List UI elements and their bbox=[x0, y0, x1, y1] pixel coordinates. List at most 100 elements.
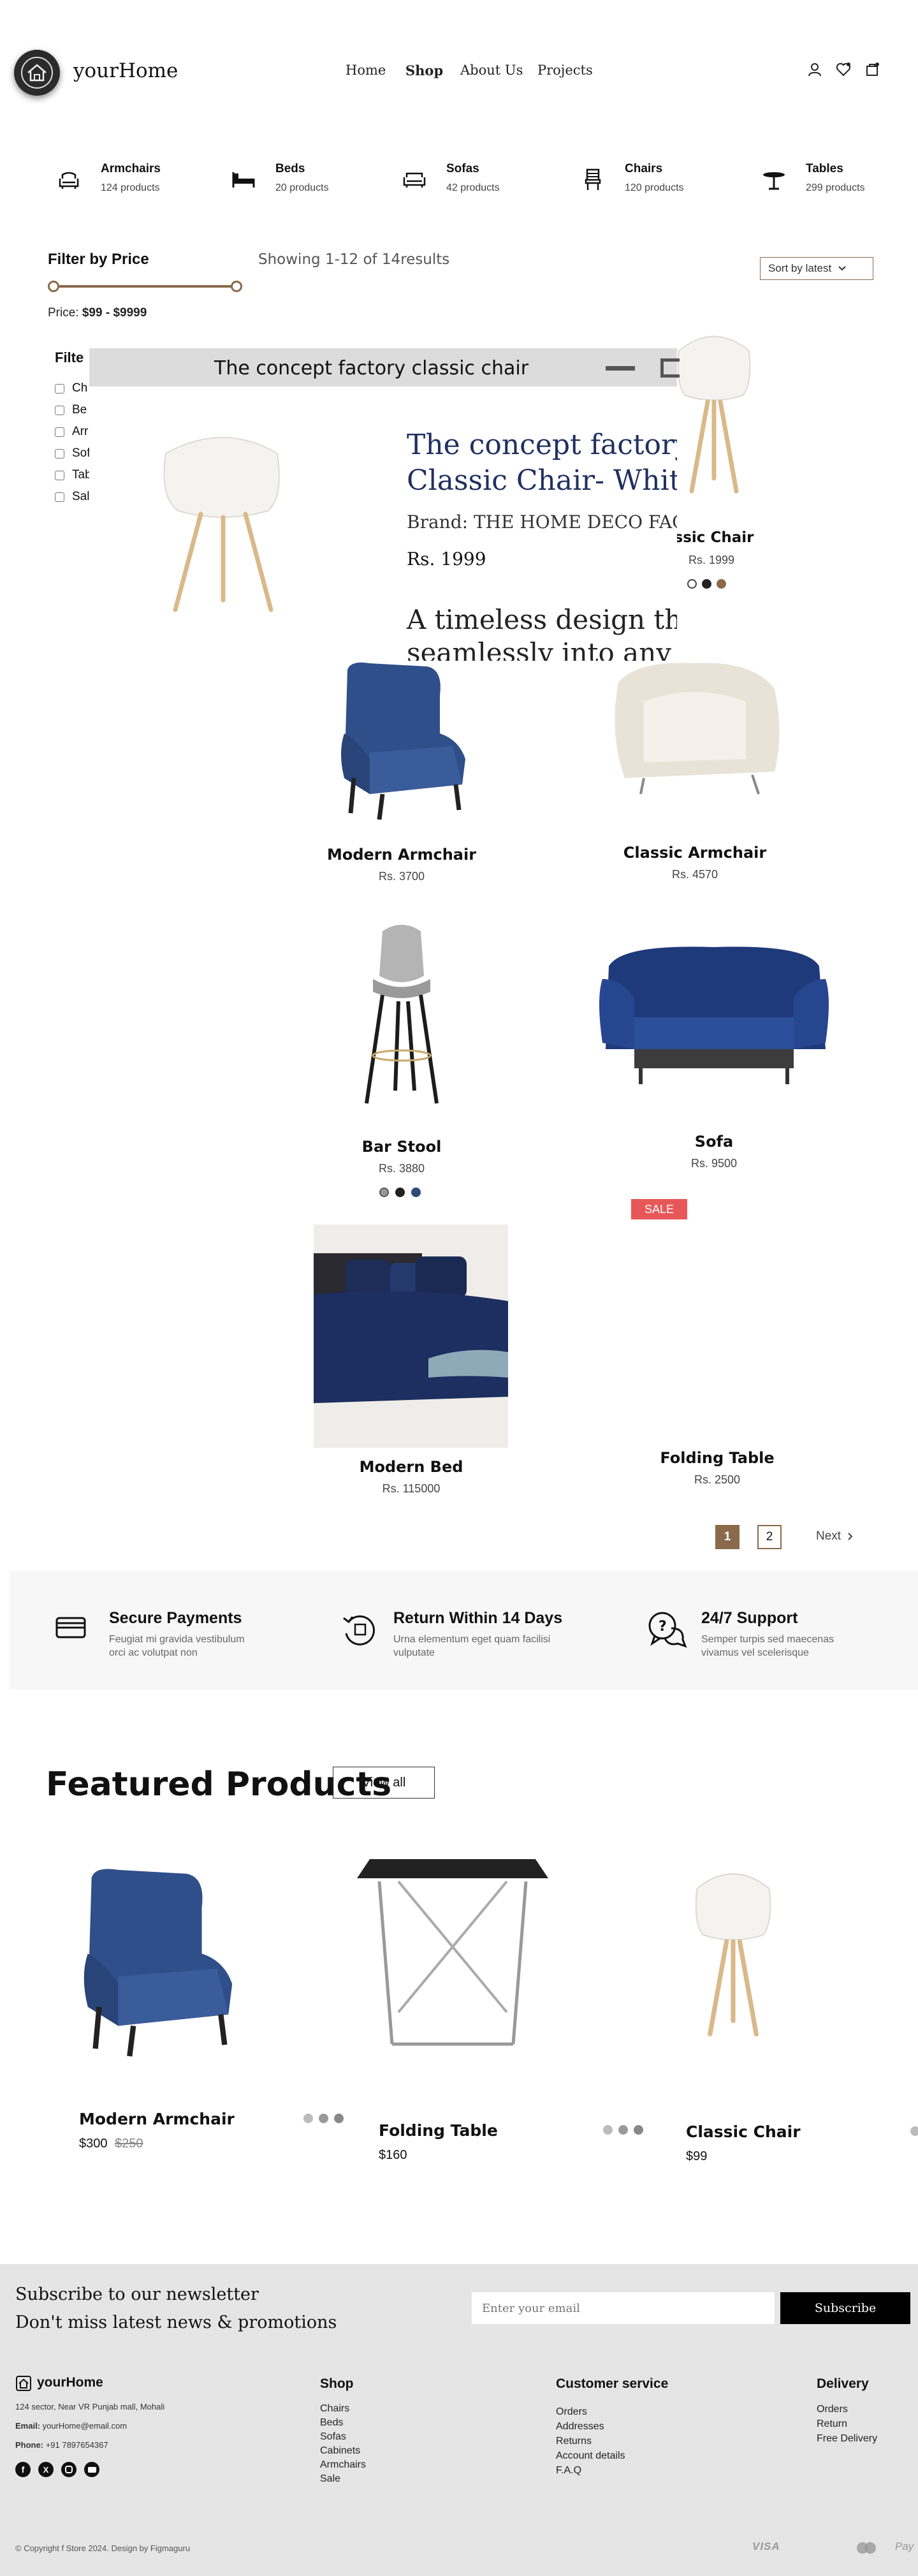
footer-link[interactable]: Chairs bbox=[320, 2402, 366, 2416]
footer-brand[interactable]: yourHome bbox=[37, 2375, 103, 2390]
category-beds[interactable]: Beds 20 products bbox=[229, 159, 344, 204]
feature-text-line: vulputate bbox=[393, 1647, 435, 1658]
color-swatch[interactable] bbox=[395, 1188, 405, 1197]
product-image-sofa[interactable] bbox=[596, 941, 832, 1100]
checkbox[interactable] bbox=[55, 427, 64, 437]
user-icon[interactable] bbox=[806, 61, 823, 78]
filter-checkbox-item[interactable]: Arr bbox=[55, 421, 92, 443]
pagination-page-1[interactable]: 1 bbox=[715, 1525, 740, 1549]
feature-text-line: orci ac volutpat non bbox=[109, 1647, 198, 1658]
featured-image-folding-table[interactable] bbox=[354, 1853, 551, 2054]
pagination-page-2[interactable]: 2 bbox=[757, 1525, 782, 1549]
checkbox[interactable] bbox=[55, 405, 64, 415]
filter-checkbox-item[interactable]: Be bbox=[55, 399, 92, 421]
nav-projects[interactable]: Projects bbox=[537, 63, 593, 78]
cart-icon[interactable] bbox=[864, 61, 880, 78]
pagination-next[interactable]: Next bbox=[816, 1529, 854, 1543]
category-sofas[interactable]: Sofas 42 products bbox=[400, 159, 521, 204]
modal-titlebar: The concept factory classic chair bbox=[89, 348, 680, 386]
product-name[interactable]: Modern Armchair bbox=[325, 846, 478, 864]
chevron-down-icon bbox=[838, 266, 846, 271]
color-swatch[interactable] bbox=[910, 2126, 918, 2136]
color-swatch[interactable] bbox=[687, 579, 697, 589]
filter-checkbox-item[interactable]: Sal bbox=[55, 486, 92, 508]
color-swatch[interactable] bbox=[603, 2125, 613, 2135]
footer-link[interactable]: Orders bbox=[817, 2402, 877, 2417]
maximize-icon[interactable] bbox=[660, 358, 680, 378]
footer-link[interactable]: F.A.Q bbox=[556, 2463, 625, 2478]
product-image-classic-chair[interactable] bbox=[663, 325, 765, 504]
facebook-icon[interactable]: f bbox=[15, 2462, 31, 2477]
product-name[interactable]: Modern Bed bbox=[325, 1458, 497, 1476]
featured-product-name[interactable]: Modern Armchair bbox=[79, 2110, 235, 2128]
footer-link[interactable]: Orders bbox=[556, 2404, 625, 2419]
checkbox[interactable] bbox=[55, 383, 64, 394]
product-image-modern-armchair[interactable] bbox=[332, 657, 472, 823]
featured-image-classic-chair[interactable] bbox=[663, 1862, 803, 2047]
youtube-icon[interactable] bbox=[84, 2462, 99, 2477]
logo[interactable] bbox=[14, 50, 60, 96]
product-name[interactable]: Bar Stool bbox=[325, 1138, 478, 1156]
price-slider-min-handle[interactable] bbox=[48, 281, 59, 292]
x-twitter-icon[interactable]: X bbox=[38, 2462, 54, 2477]
filter-category-title: Filte bbox=[55, 350, 84, 365]
view-all-button[interactable]: View all bbox=[333, 1767, 435, 1799]
color-swatch[interactable] bbox=[702, 579, 711, 589]
nav-home[interactable]: Home bbox=[346, 63, 386, 78]
sale-badge: SALE bbox=[631, 1199, 687, 1219]
footer-link[interactable]: Sofas bbox=[320, 2430, 366, 2444]
filter-checkbox-item[interactable]: Tab bbox=[55, 464, 92, 486]
sort-select[interactable]: Sort by latest bbox=[760, 257, 873, 280]
footer-phone: Phone: +91 7897654367 bbox=[15, 2440, 108, 2450]
footer-email-value[interactable]: yourHome@email.com bbox=[43, 2421, 127, 2431]
wishlist-heart-icon[interactable] bbox=[835, 61, 852, 78]
category-chairs[interactable]: Chairs 120 products bbox=[579, 159, 700, 204]
featured-product-name[interactable]: Classic Chair bbox=[686, 2123, 801, 2141]
featured-product-name[interactable]: Folding Table bbox=[379, 2121, 498, 2140]
footer-link[interactable]: Armchairs bbox=[320, 2458, 366, 2472]
product-price: Rs. 2500 bbox=[694, 1473, 741, 1486]
product-image-bar-stool[interactable] bbox=[344, 918, 459, 1110]
footer-link[interactable]: Sale bbox=[320, 2472, 366, 2486]
footer-link[interactable]: Account details bbox=[556, 2448, 625, 2463]
color-swatch[interactable] bbox=[411, 1188, 421, 1197]
featured-image-modern-armchair[interactable] bbox=[70, 1862, 242, 2060]
nav-shop[interactable]: Shop bbox=[405, 63, 443, 78]
footer-link[interactable]: Beds bbox=[320, 2416, 366, 2430]
checkbox[interactable] bbox=[55, 470, 64, 480]
color-swatch[interactable] bbox=[379, 1188, 389, 1197]
color-swatch[interactable] bbox=[634, 2125, 643, 2135]
product-image-classic-armchair[interactable] bbox=[599, 657, 790, 804]
checkbox[interactable] bbox=[55, 448, 64, 459]
color-swatch[interactable] bbox=[319, 2114, 328, 2123]
nav-about-us[interactable]: About Us bbox=[460, 63, 523, 78]
footer-link[interactable]: Returns bbox=[556, 2434, 625, 2448]
modal-brand: Brand: THE HOME DECO FACT bbox=[407, 512, 677, 533]
footer: Subscribe to our newsletter Don't miss l… bbox=[0, 2264, 918, 2576]
price-slider-max-handle[interactable] bbox=[231, 281, 242, 292]
filter-checkbox-item[interactable]: Ch bbox=[55, 378, 92, 399]
color-swatch[interactable] bbox=[618, 2125, 628, 2135]
product-name[interactable]: Classic Armchair bbox=[618, 844, 771, 862]
instagram-icon[interactable] bbox=[61, 2462, 76, 2477]
checkbox[interactable] bbox=[55, 492, 64, 502]
footer-link[interactable]: Cabinets bbox=[320, 2444, 366, 2458]
product-name[interactable]: Folding Table bbox=[638, 1449, 797, 1467]
product-image-modern-bed[interactable] bbox=[314, 1225, 508, 1448]
logo-text[interactable]: yourHome bbox=[73, 59, 178, 82]
category-armchairs[interactable]: Armchairs 124 products bbox=[55, 159, 182, 204]
color-swatch[interactable] bbox=[303, 2114, 313, 2123]
color-swatch[interactable] bbox=[334, 2114, 344, 2123]
product-name[interactable]: ssic Chair bbox=[663, 529, 765, 546]
footer-link[interactable]: Addresses bbox=[556, 2419, 625, 2434]
footer-link[interactable]: Free Delivery bbox=[817, 2431, 877, 2446]
product-name[interactable]: Sofa bbox=[638, 1133, 790, 1151]
price-slider-track[interactable] bbox=[54, 285, 238, 288]
subscribe-button[interactable]: Subscribe bbox=[780, 2292, 910, 2324]
minimize-icon[interactable] bbox=[606, 366, 635, 371]
category-tables[interactable]: Tables 299 products bbox=[760, 159, 887, 204]
color-swatch[interactable] bbox=[717, 579, 726, 589]
filter-checkbox-item[interactable]: Sof bbox=[55, 443, 92, 464]
newsletter-email-input[interactable] bbox=[472, 2292, 775, 2324]
footer-link[interactable]: Return bbox=[817, 2417, 877, 2431]
